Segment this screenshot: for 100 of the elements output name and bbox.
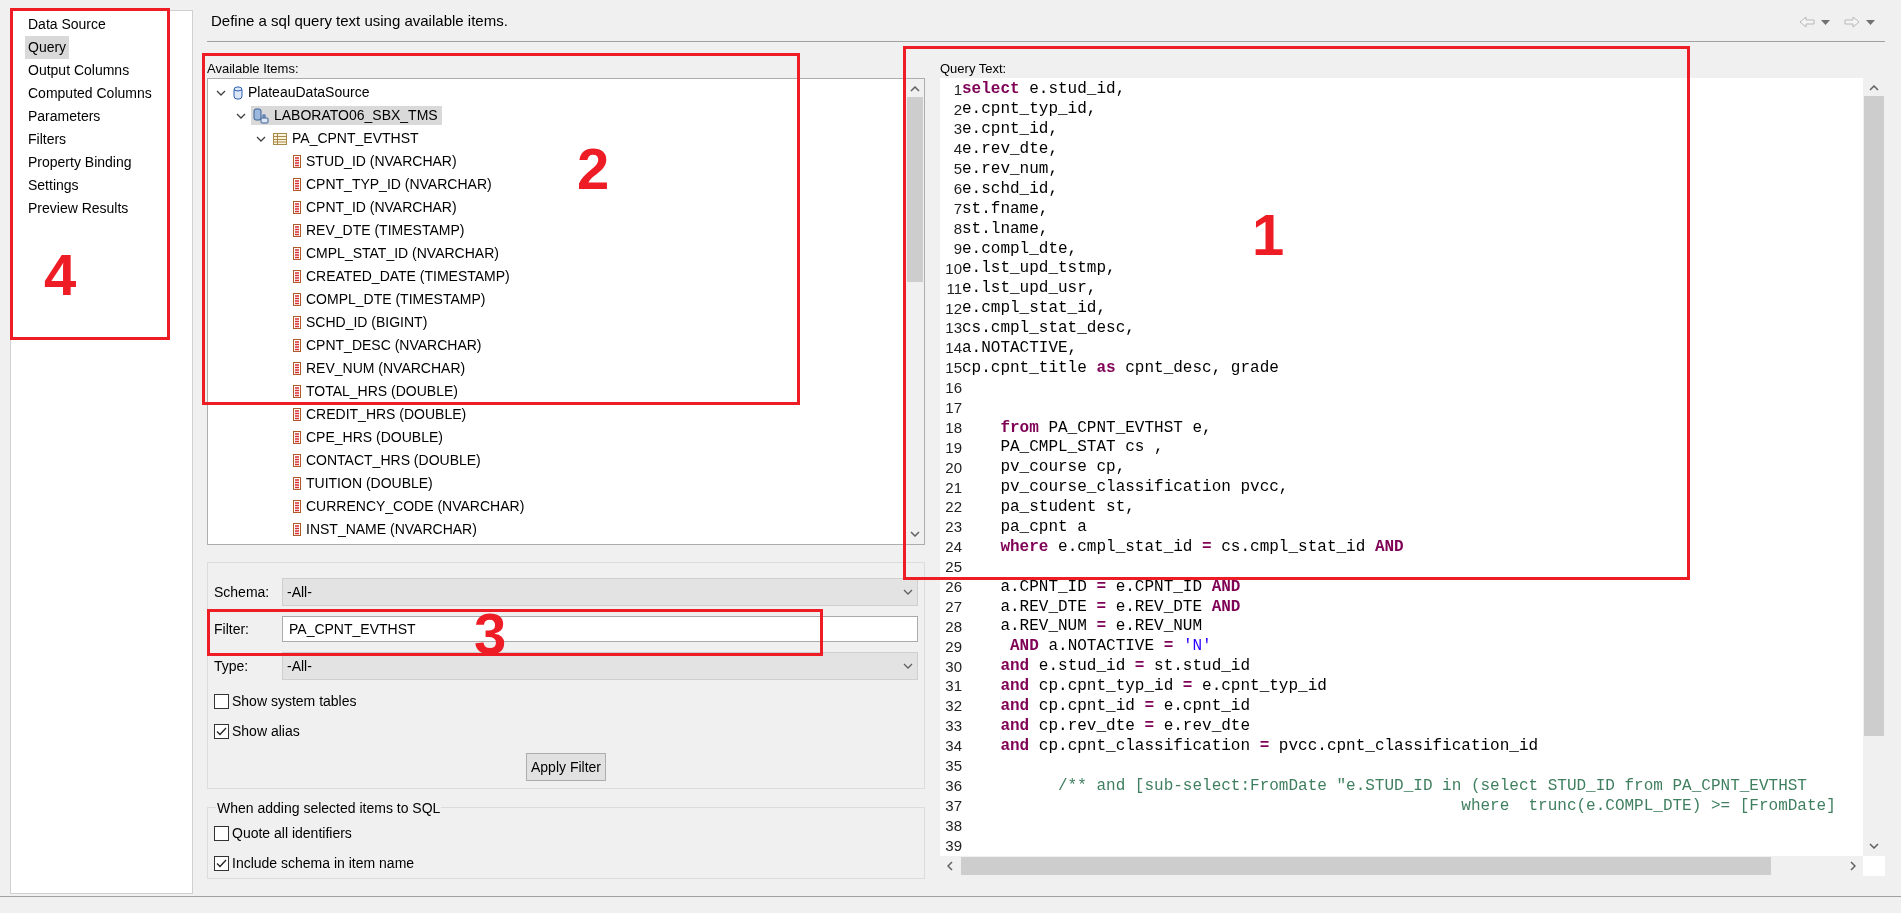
tree-item[interactable]: CONTACT_HRS (DOUBLE)	[291, 451, 485, 470]
code-editor[interactable]	[940, 78, 1885, 876]
scroll-right-icon[interactable]	[1850, 861, 1856, 871]
tree-item[interactable]: TUITION (DOUBLE)	[291, 474, 437, 493]
line-number: 27	[944, 596, 962, 617]
tree-item[interactable]: CREATED_DATE (TIMESTAMP)	[291, 267, 514, 286]
column-icon	[293, 224, 301, 237]
column-icon	[293, 408, 301, 421]
annotation-number: 2	[577, 139, 610, 199]
code-line: e.rev_dte,	[962, 140, 1058, 160]
tree-item[interactable]: CURRENCY_CODE (NVARCHAR)	[291, 497, 529, 516]
column-icon	[293, 500, 301, 513]
annotation-number: 1	[1252, 205, 1285, 265]
line-number: 8	[952, 218, 962, 239]
checkbox-option[interactable]: Show alias	[214, 723, 918, 740]
table-icon	[273, 132, 287, 145]
column-icon	[293, 316, 301, 329]
tree-item[interactable]: INST_NAME (NVARCHAR)	[291, 520, 481, 539]
scrollbar[interactable]	[1863, 78, 1885, 856]
type-dropdown[interactable]: -All-	[282, 652, 918, 680]
query-text-label: Query Text:	[940, 61, 1007, 77]
expander-icon[interactable]	[256, 135, 266, 142]
line-number: 32	[944, 696, 962, 717]
code-line: select e.stud_id,	[962, 80, 1126, 100]
sidebar-item[interactable]: Output Columns	[25, 59, 133, 82]
line-number: 22	[944, 497, 962, 518]
tree-item[interactable]: PlateauDataSource	[231, 83, 374, 102]
line-number: 36	[944, 775, 962, 796]
code-line: pv_course cp,	[999, 458, 1126, 478]
code-line: a.CPNT_ID = e.CPNT_ID AND	[999, 577, 1241, 597]
line-number: 23	[944, 517, 962, 538]
column-icon	[293, 178, 301, 191]
line-number: 11	[945, 278, 962, 299]
sidebar-item[interactable]: Settings	[25, 174, 82, 197]
line-number: 20	[944, 457, 962, 478]
tree-item[interactable]: CREDIT_HRS (DOUBLE)	[291, 405, 471, 424]
checkbox-option[interactable]: Include schema in item name	[214, 855, 918, 872]
checkbox-option[interactable]: Show system tables	[214, 693, 918, 710]
tree-item[interactable]: COMPL_DTE (TIMESTAMP)	[291, 290, 490, 309]
tree-item[interactable]: SCHD_ID (BIGINT)	[291, 313, 432, 332]
sidebar-item[interactable]: Computed Columns	[25, 82, 155, 105]
dropdown-caret-icon[interactable]	[1821, 19, 1830, 25]
code-line: a.REV_NUM = e.REV_NUM	[999, 617, 1203, 637]
code-comment: where trunc(e.COMPL_DTE) >= [FromDate]	[1460, 796, 1836, 816]
tree-item[interactable]: REV_NUM (NVARCHAR)	[291, 359, 470, 378]
tree-item[interactable]: LABORATO06_SBX_TMS	[251, 106, 442, 125]
line-number: 28	[944, 616, 962, 637]
sidebar-item[interactable]: Query	[25, 36, 70, 59]
schema-dropdown[interactable]: -All-	[282, 578, 918, 606]
line-number: 38	[944, 815, 962, 836]
code-line: e.schd_id,	[962, 179, 1058, 199]
line-number: 24	[944, 537, 962, 558]
tree-item[interactable]: REV_DTE (TIMESTAMP)	[291, 221, 469, 240]
checkbox[interactable]	[214, 724, 229, 739]
scrollbar[interactable]	[906, 79, 924, 544]
expander-icon[interactable]	[216, 89, 226, 96]
line-number: 34	[944, 736, 962, 757]
line-number: 29	[944, 636, 962, 657]
sidebar-item[interactable]: Preview Results	[25, 197, 132, 220]
line-number: 30	[944, 656, 962, 677]
line-number: 6	[952, 179, 962, 200]
checkbox-option[interactable]: Quote all identifiers	[214, 825, 918, 842]
scroll-up-icon[interactable]	[910, 86, 920, 92]
code-line: e.cpnt_id,	[962, 120, 1058, 140]
code-line: pa_student st,	[999, 498, 1135, 518]
expander-icon[interactable]	[236, 112, 246, 119]
dropdown-caret-icon[interactable]	[1866, 19, 1875, 25]
sidebar-item[interactable]: Parameters	[25, 105, 104, 128]
tree-item[interactable]: PA_CPNT_EVTHST	[271, 129, 423, 148]
apply-filter-button[interactable]: Apply Filter	[526, 753, 606, 781]
line-number: 7	[952, 199, 962, 220]
line-number: 2	[952, 99, 962, 120]
line-number: 12	[944, 298, 962, 319]
scroll-down-icon[interactable]	[1869, 843, 1879, 849]
available-items-label: Available Items:	[207, 61, 299, 77]
checkbox[interactable]	[214, 826, 229, 841]
scroll-up-icon[interactable]	[1869, 85, 1879, 91]
tree-item[interactable]: TOTAL_HRS (DOUBLE)	[291, 382, 462, 401]
checkbox[interactable]	[214, 694, 229, 709]
sidebar-item[interactable]: Filters	[25, 128, 70, 151]
tree-item[interactable]: STUD_ID (NVARCHAR)	[291, 152, 461, 171]
column-icon	[293, 454, 301, 467]
line-number: 39	[944, 835, 962, 856]
sidebar-item[interactable]: Data Source	[25, 13, 109, 36]
code-comment: /** and [sub-select:FromDate "e.STUD_ID in (select STUD_ID from PA_CPNT_EVTHST	[1057, 776, 1807, 796]
line-number: 37	[944, 795, 962, 816]
tree-item[interactable]: CPNT_TYP_ID (NVARCHAR)	[291, 175, 496, 194]
scroll-down-icon[interactable]	[910, 531, 920, 537]
schema-label: Schema:	[214, 582, 271, 602]
scroll-left-icon[interactable]	[947, 861, 953, 871]
sidebar-item[interactable]: Property Binding	[25, 151, 135, 174]
scrollbar[interactable]	[940, 856, 1863, 876]
code-line: a.NOTACTIVE,	[962, 339, 1078, 358]
tree-item[interactable]: CPNT_ID (NVARCHAR)	[291, 198, 461, 217]
line-number: 4	[952, 139, 962, 160]
checkbox[interactable]	[214, 856, 229, 871]
tree-item[interactable]: CPE_HRS (DOUBLE)	[291, 428, 447, 447]
line-number: 33	[944, 716, 962, 737]
tree-item[interactable]: CPNT_DESC (NVARCHAR)	[291, 336, 486, 355]
tree-item[interactable]: CMPL_STAT_ID (NVARCHAR)	[291, 244, 503, 263]
